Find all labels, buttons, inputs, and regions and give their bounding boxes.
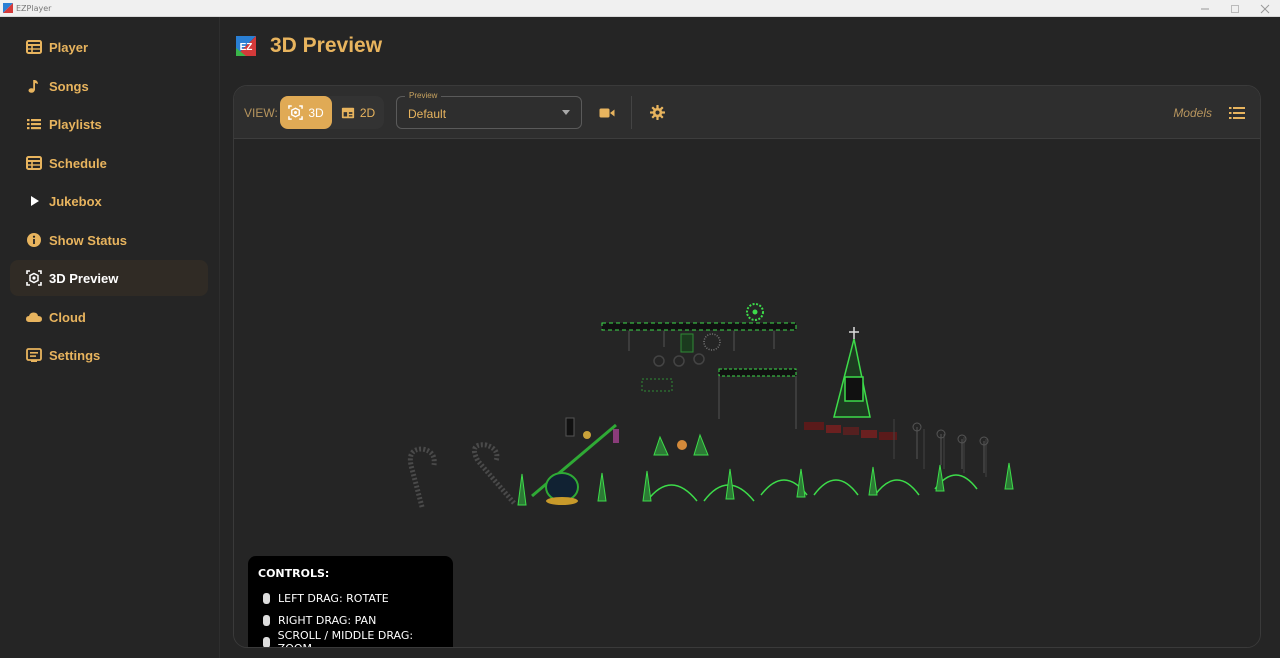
view-toggle: 3D 2D bbox=[280, 96, 384, 129]
preview-panel: VIEW: 3D 2D Preview Default Models CONTR… bbox=[233, 85, 1261, 648]
sidebar-item-label: Player bbox=[49, 39, 89, 55]
window-frame-green bbox=[680, 333, 694, 353]
sidebar-item-player[interactable]: Player bbox=[10, 29, 208, 65]
cube-view-icon bbox=[25, 269, 43, 287]
camera-button[interactable] bbox=[591, 96, 623, 129]
sidebar-item-label: 3D Preview bbox=[49, 270, 119, 286]
cloud-icon bbox=[25, 308, 43, 326]
mini-trees bbox=[517, 462, 1014, 506]
music-note-icon bbox=[25, 77, 43, 95]
control-item: SCROLL / MIDDLE DRAG: ZOOM bbox=[258, 629, 443, 647]
sidebar-item-show-status[interactable]: Show Status bbox=[10, 222, 208, 258]
control-item: LEFT DRAG: ROTATE bbox=[258, 587, 443, 609]
control-item: RIGHT DRAG: PAN bbox=[258, 609, 443, 631]
candy-cane-right bbox=[471, 442, 516, 505]
sidebar-item-3d-preview[interactable]: 3D Preview bbox=[10, 260, 208, 296]
mouse-icon bbox=[263, 592, 270, 604]
sidebar-item-cloud[interactable]: Cloud bbox=[10, 299, 208, 335]
info-icon bbox=[25, 231, 43, 249]
mouse-icon bbox=[263, 614, 270, 626]
sidebar-item-label: Songs bbox=[49, 78, 89, 94]
settings-panel-icon bbox=[25, 346, 43, 364]
sidebar: Player Songs Playlists Schedule Jukebox … bbox=[0, 17, 220, 658]
control-text: RIGHT DRAG: PAN bbox=[278, 613, 377, 627]
mid-props bbox=[628, 331, 775, 367]
maximize-icon bbox=[1231, 4, 1239, 13]
view-2d-label: 2D bbox=[359, 105, 376, 120]
models-label: Models bbox=[1173, 106, 1212, 120]
sidebar-item-label: Settings bbox=[49, 347, 101, 363]
ez-logo-icon: EZ bbox=[236, 36, 256, 56]
list-icon bbox=[1229, 106, 1245, 119]
app-logo-icon bbox=[3, 3, 13, 13]
sidebar-item-schedule[interactable]: Schedule bbox=[10, 145, 208, 181]
settings-button[interactable] bbox=[641, 96, 673, 129]
candy-cane-left bbox=[407, 446, 437, 508]
view-3d-label: 3D bbox=[308, 105, 324, 120]
controls-overlay: CONTROLS: LEFT DRAG: ROTATE RIGHT DRAG: … bbox=[248, 556, 453, 647]
sidebar-item-label: Show Status bbox=[49, 232, 128, 248]
page-title: 3D Preview bbox=[270, 34, 383, 57]
view-2d-button[interactable]: 2D bbox=[332, 96, 384, 129]
train-prop bbox=[804, 422, 897, 440]
logo-text: EZ bbox=[240, 42, 253, 53]
mouse-icon bbox=[263, 636, 270, 647]
caret-down-icon bbox=[562, 110, 570, 115]
sidebar-item-label: Jukebox bbox=[49, 193, 102, 209]
preview-select-legend: Preview bbox=[405, 91, 442, 100]
calendar-grid-icon bbox=[25, 154, 43, 172]
models-list-button[interactable] bbox=[1221, 96, 1253, 129]
controls-title: CONTROLS: bbox=[258, 567, 330, 580]
sidebar-item-label: Schedule bbox=[49, 155, 107, 171]
page-header: EZ 3D Preview bbox=[234, 34, 382, 58]
gear-icon bbox=[649, 105, 665, 120]
close-icon bbox=[1260, 4, 1270, 13]
minimize-icon bbox=[1201, 8, 1209, 9]
play-icon bbox=[25, 192, 43, 210]
sidebar-item-jukebox[interactable]: Jukebox bbox=[10, 183, 208, 219]
video-camera-icon bbox=[599, 108, 615, 117]
list-icon bbox=[25, 115, 43, 133]
control-text: LEFT DRAG: ROTATE bbox=[278, 591, 389, 605]
view-3d-button[interactable]: 3D bbox=[280, 96, 332, 129]
bottom-arch-row bbox=[646, 474, 978, 502]
preview-select[interactable]: Preview Default bbox=[396, 91, 582, 129]
preview-toolbar: VIEW: 3D 2D Preview Default Models bbox=[234, 86, 1260, 139]
control-text: SCROLL / MIDDLE DRAG: ZOOM bbox=[277, 629, 414, 647]
window-title: EZPlayer bbox=[16, 3, 52, 13]
maximize-button[interactable] bbox=[1220, 0, 1250, 17]
sidebar-item-songs[interactable]: Songs bbox=[10, 68, 208, 104]
view-label: VIEW: bbox=[244, 106, 278, 120]
close-button[interactable] bbox=[1250, 0, 1280, 17]
toolbar-divider bbox=[631, 96, 632, 129]
3d-viewport[interactable]: CONTROLS: LEFT DRAG: ROTATE RIGHT DRAG: … bbox=[234, 139, 1260, 647]
house-roof-bar bbox=[718, 368, 797, 377]
sidebar-item-playlists[interactable]: Playlists bbox=[10, 106, 208, 142]
cube-view-icon bbox=[288, 105, 304, 120]
snow-globe bbox=[545, 472, 579, 502]
sidebar-item-label: Playlists bbox=[49, 116, 102, 132]
layout-grid-icon bbox=[341, 107, 354, 118]
minimize-button[interactable] bbox=[1190, 0, 1220, 17]
sidebar-item-label: Cloud bbox=[49, 309, 86, 325]
preview-select-value: Default bbox=[408, 107, 447, 121]
table-icon bbox=[25, 38, 43, 56]
window-titlebar: EZPlayer bbox=[0, 0, 1280, 17]
roofline-bar bbox=[601, 322, 797, 331]
sidebar-item-settings[interactable]: Settings bbox=[10, 337, 208, 373]
